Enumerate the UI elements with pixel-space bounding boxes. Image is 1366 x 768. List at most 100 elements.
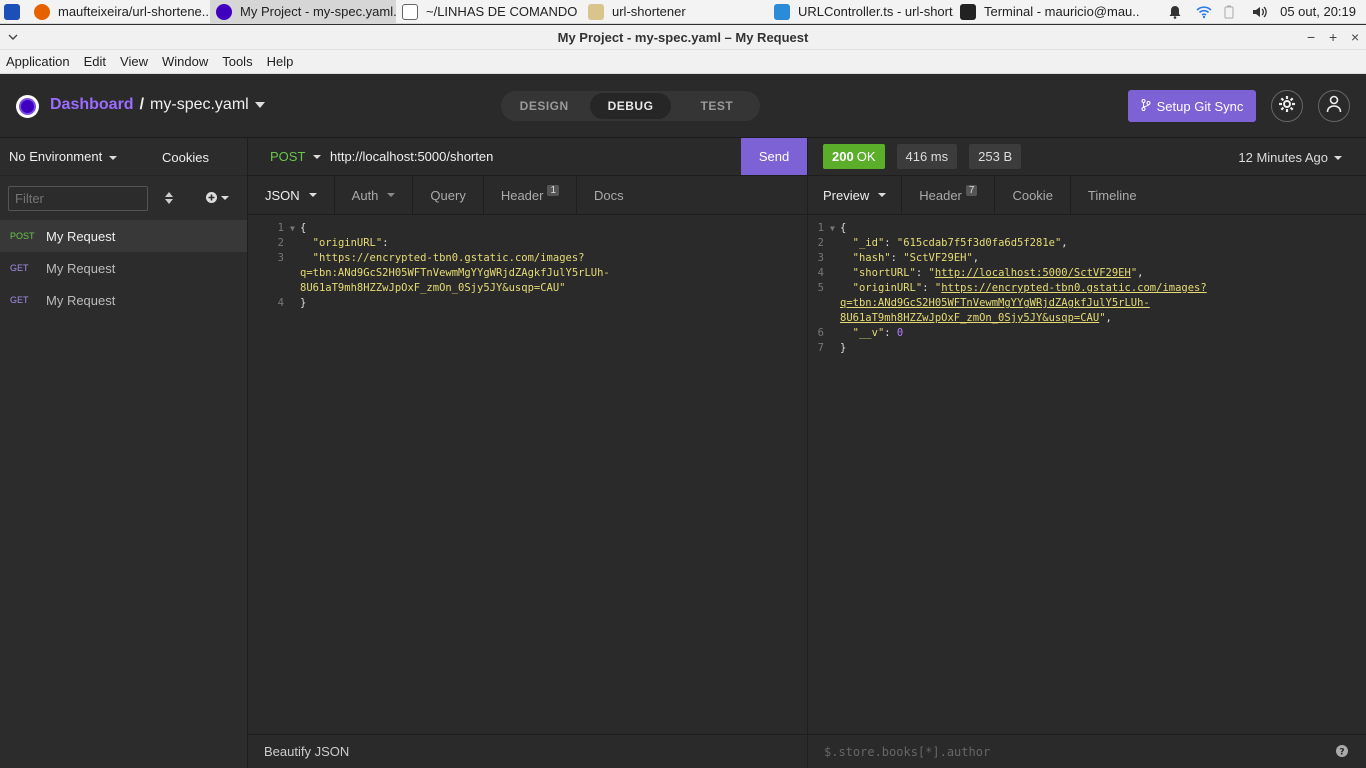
tab-timeline[interactable]: Timeline <box>1071 176 1154 214</box>
tab-query[interactable]: Query <box>413 176 484 214</box>
whisker-menu-button[interactable] <box>0 0 28 24</box>
setup-git-sync-button[interactable]: Setup Git Sync <box>1128 90 1256 122</box>
menu-window[interactable]: Window <box>162 54 208 69</box>
taskbar-app-firefox[interactable]: maufteixeira/url-shortene... <box>28 0 210 24</box>
wifi-icon[interactable] <box>1196 5 1212 19</box>
environment-selector[interactable]: No Environment <box>9 149 102 164</box>
header-count-badge: 1 <box>547 184 560 196</box>
json-link[interactable]: q=tbn:ANd9GcS2H05WFTnVewmMgYYgWRjdZAgkfJ… <box>840 296 1150 311</box>
fold-arrow-icon[interactable]: ▼ <box>830 221 840 236</box>
sidebar-request-item[interactable]: GET My Request <box>0 284 247 316</box>
filter-input[interactable] <box>8 185 148 211</box>
response-filter-input[interactable]: $.store.books[*].author <box>824 745 990 759</box>
settings-button[interactable] <box>1271 90 1303 122</box>
code-line: 1 ▼{ <box>788 221 1366 236</box>
code-line: 6 "__v": 0 <box>788 326 1366 341</box>
line-number: 2 <box>277 237 284 249</box>
taskbar-app-vscode[interactable]: URLController.ts - url-short... <box>768 0 954 24</box>
mode-design[interactable]: DESIGN <box>504 93 584 119</box>
sidebar-request-item[interactable]: POST My Request <box>0 220 247 252</box>
minimize-button[interactable]: − <box>1307 29 1315 45</box>
response-tabs: Preview Header 7 Cookie Timeline <box>808 176 1366 215</box>
line-number: 2 <box>817 237 824 249</box>
battery-icon[interactable] <box>1224 5 1238 19</box>
filter-row <box>0 176 247 220</box>
line-number: 6 <box>817 327 824 339</box>
sort-icon[interactable] <box>165 192 173 207</box>
volume-icon[interactable] <box>1252 5 1267 19</box>
request-tabs: JSON Auth Query Header 1 Docs <box>248 176 807 215</box>
menu-tools[interactable]: Tools <box>222 54 252 69</box>
response-history-dropdown[interactable]: 12 Minutes Ago <box>1238 150 1342 165</box>
tab-docs[interactable]: Docs <box>577 176 641 214</box>
tab-preview[interactable]: Preview <box>808 176 903 214</box>
method-label: POST <box>270 149 306 164</box>
mode-debug[interactable]: DEBUG <box>590 93 671 119</box>
insomnia-logo-icon[interactable] <box>16 95 39 118</box>
code-line-wrap: 8U61aT9mh8HZZwJpOxF_zmOn_0Sjy5JY&usqp=CA… <box>248 281 807 296</box>
line-number: 4 <box>277 297 284 309</box>
response-size-badge: 253 B <box>969 144 1022 169</box>
line-number: 5 <box>817 282 824 294</box>
taskbar-app-insomnia[interactable]: My Project - my-spec.yaml... <box>210 0 396 24</box>
json-link[interactable]: http://localhost:5000/SctVF29EH <box>935 266 1131 281</box>
response-time-badge: 416 ms <box>896 144 958 169</box>
breadcrumb-dashboard[interactable]: Dashboard <box>50 96 134 114</box>
tab-json-body[interactable]: JSON <box>248 176 335 214</box>
tab-cookie[interactable]: Cookie <box>995 176 1071 214</box>
sidebar: No Environment Cookies POST My Request G… <box>0 138 248 768</box>
code-text: { <box>840 222 847 234</box>
taskbar-app-text-editor[interactable]: ~/LINHAS DE COMANDO ... <box>396 0 582 24</box>
json-link[interactable]: 8U61aT9mh8HZZwJpOxF_zmOn_0Sjy5JY&usqp=CA… <box>840 311 1099 326</box>
taskbar-app-label: ~/LINHAS DE COMANDO ... <box>426 4 582 19</box>
chevron-down-icon[interactable] <box>109 149 118 164</box>
code-line: 1 ▼{ <box>248 221 807 236</box>
account-button[interactable] <box>1318 90 1350 122</box>
tab-response-header[interactable]: Header 7 <box>902 176 996 214</box>
maximize-button[interactable]: + <box>1329 29 1337 45</box>
close-button[interactable]: × <box>1351 29 1359 45</box>
json-string: "SctVF29EH" <box>903 252 973 264</box>
response-body-viewer[interactable]: 1 ▼{ 2 "_id": "615cdab7f5f3d0fa6d5f281e",… <box>788 215 1366 356</box>
response-age: 12 Minutes Ago <box>1238 150 1328 165</box>
method-selector[interactable]: POST <box>270 149 330 164</box>
menu-application[interactable]: Application <box>6 54 70 69</box>
taskbar-app-label: My Project - my-spec.yaml... <box>240 4 396 19</box>
menu-help[interactable]: Help <box>267 54 294 69</box>
chevron-down-icon[interactable] <box>254 96 265 114</box>
mode-test[interactable]: TEST <box>677 93 757 119</box>
menu-view[interactable]: View <box>120 54 148 69</box>
send-button[interactable]: Send <box>741 138 807 175</box>
line-number: 1 <box>277 222 284 234</box>
taskbar-app-terminal[interactable]: Terminal - mauricio@mau... <box>954 0 1140 24</box>
cookies-button[interactable]: Cookies <box>162 150 209 165</box>
url-input[interactable]: http://localhost:5000/shorten <box>330 149 493 164</box>
notification-bell-icon[interactable] <box>1168 5 1182 19</box>
text-editor-icon <box>402 3 418 20</box>
tab-auth[interactable]: Auth <box>335 176 414 214</box>
clock[interactable]: 05 out, 20:19 <box>1280 4 1356 19</box>
help-icon[interactable]: ? <box>1336 745 1348 760</box>
status-badge: 200 OK <box>823 144 885 169</box>
code-line-wrap: q=tbn:ANd9GcS2H05WFTnVewmMgYYgWRjdZAgkfJ… <box>788 296 1366 311</box>
taskbar-app-file-manager[interactable]: url-shortener <box>582 0 768 24</box>
tab-label: JSON <box>265 187 300 203</box>
beautify-json-button[interactable]: Beautify JSON <box>264 744 349 759</box>
json-key: "__v" <box>852 327 885 339</box>
gear-icon <box>1278 95 1296 118</box>
breadcrumb-spec[interactable]: my-spec.yaml <box>150 96 249 114</box>
tab-label: Docs <box>594 187 624 203</box>
request-body-editor[interactable]: 1 ▼{ 2 "originURL": 3 "https://encrypted-… <box>248 215 807 311</box>
add-plus-icon[interactable] <box>206 192 229 203</box>
tab-header[interactable]: Header 1 <box>484 176 578 214</box>
window-menu-icon[interactable] <box>8 29 18 45</box>
json-link[interactable]: https://encrypted-tbn0.gstatic.com/image… <box>941 281 1207 296</box>
menu-edit[interactable]: Edit <box>84 54 106 69</box>
sidebar-request-item[interactable]: GET My Request <box>0 252 247 284</box>
chevron-down-icon <box>387 193 396 197</box>
request-panel: POST http://localhost:5000/shorten Send … <box>248 138 808 768</box>
fold-arrow-icon[interactable]: ▼ <box>290 221 300 236</box>
json-string: q=tbn:ANd9GcS2H05WFTnVewmMgYYgWRjdZAgkfJ… <box>300 267 610 279</box>
taskbar-app-label: maufteixeira/url-shortene... <box>58 4 210 19</box>
code-text: } <box>840 342 847 354</box>
